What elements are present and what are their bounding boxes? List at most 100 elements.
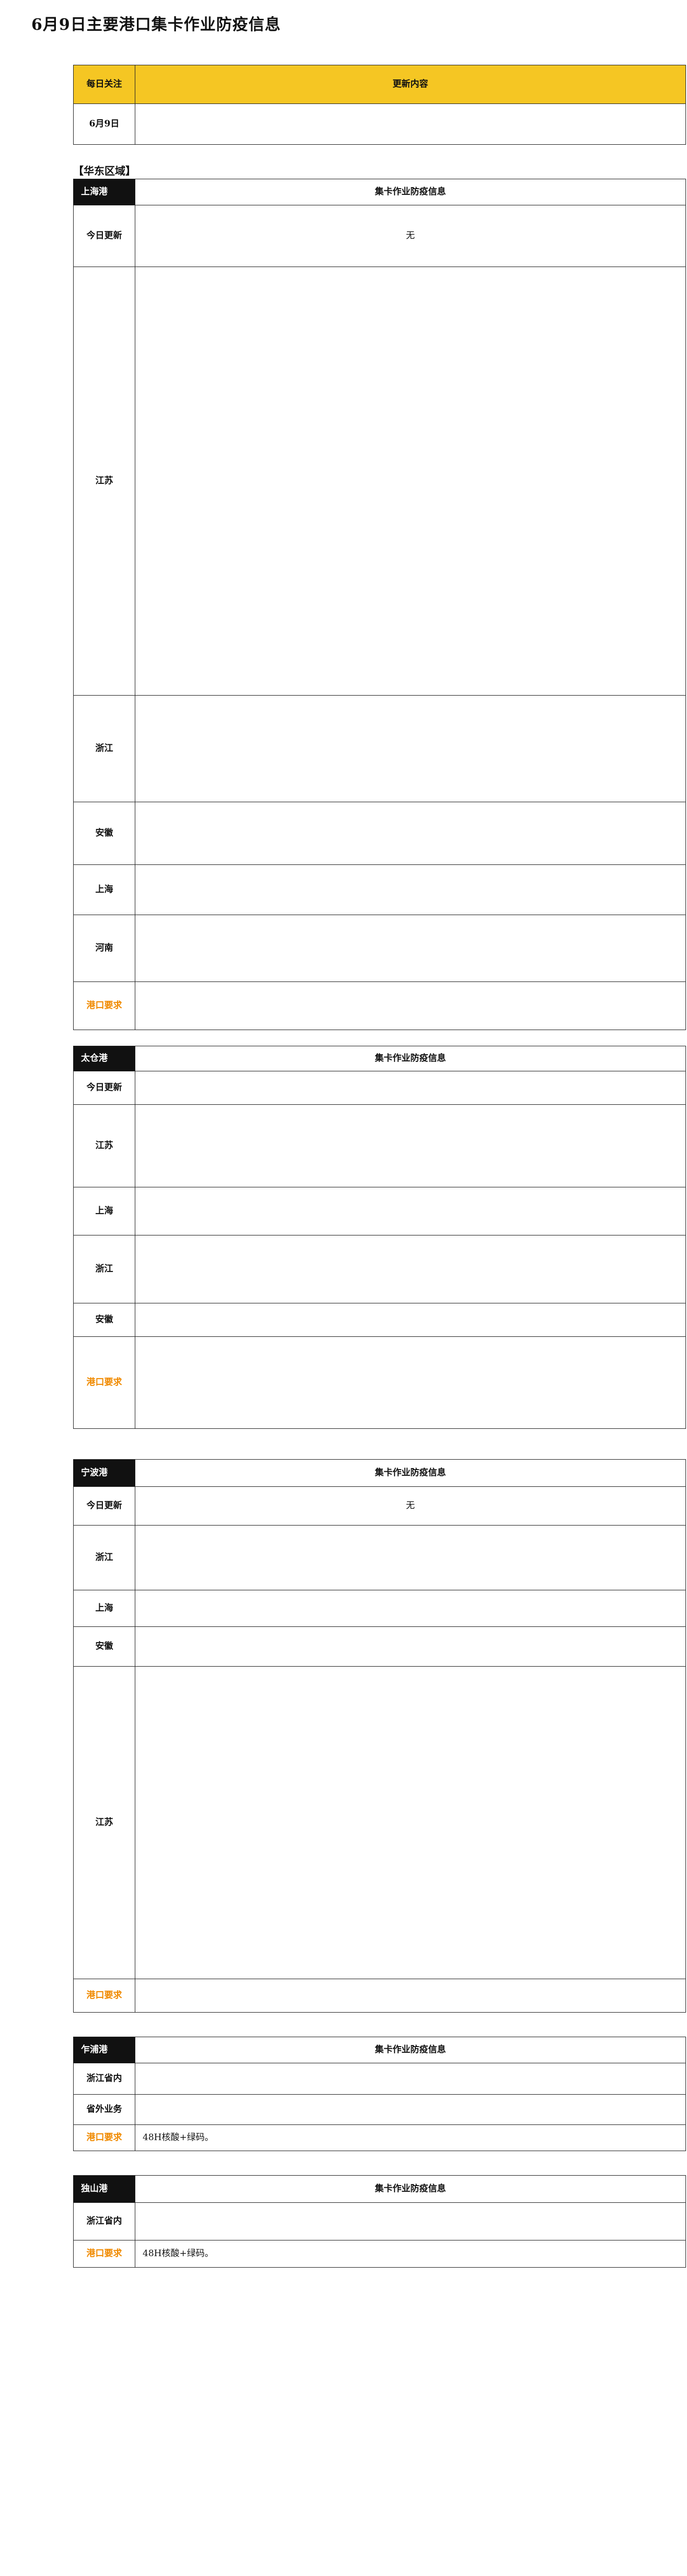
taicang-zhejiang-row: 浙江 — [73, 1235, 686, 1303]
shanghai-jiangsu-content — [135, 267, 686, 696]
ningbo-shanghai-row: 上海 — [73, 1590, 686, 1627]
taicang-requirement-text — [135, 1336, 686, 1429]
shanghai-requirement-row: 港口要求 — [73, 981, 686, 1030]
summary-date: 6月9日 — [73, 103, 135, 145]
zhapu-out-province-text — [135, 2094, 686, 2125]
zhoushan-in-province-text — [135, 2202, 686, 2240]
taicang-zhejiang-text — [135, 1235, 686, 1303]
zhapu-out-province-row: 省外业务 — [73, 2094, 686, 2125]
ningbo-anhui-row: 安徽 — [73, 1626, 686, 1667]
taicang-header: 集卡作业防疫信息 — [135, 1046, 686, 1071]
shanghai-henan-text — [135, 915, 686, 982]
shanghai-jiangsu-row: 江苏 — [73, 267, 686, 696]
zhapu-header: 集卡作业防疫信息 — [135, 2037, 686, 2063]
zhapu-in-province-text — [135, 2063, 686, 2095]
zhoushan-port-name: 独山港 — [73, 2175, 135, 2203]
taicang-today-value — [135, 1071, 686, 1105]
ningbo-requirement-text — [135, 1979, 686, 2013]
taicang-shanghai-text — [135, 1187, 686, 1235]
taicang-shanghai-label: 上海 — [73, 1187, 135, 1235]
zhoushan-header: 集卡作业防疫信息 — [135, 2175, 686, 2203]
ningbo-header-row: 宁波港 集卡作业防疫信息 — [73, 1459, 686, 1487]
ningbo-shanghai-label: 上海 — [73, 1590, 135, 1627]
shanghai-zhejiang-label: 浙江 — [73, 695, 135, 802]
shanghai-header: 集卡作业防疫信息 — [135, 179, 686, 205]
shanghai-shanghai-label: 上海 — [73, 864, 135, 915]
ningbo-requirement-label: 港口要求 — [73, 1979, 135, 2013]
ningbo-zhejiang-label: 浙江 — [73, 1525, 135, 1590]
zhapu-in-province-row: 浙江省内 — [73, 2063, 686, 2095]
taicang-anhui-text — [135, 1303, 686, 1337]
shanghai-today-value: 无 — [135, 205, 686, 267]
shanghai-port-name: 上海港 — [73, 179, 135, 205]
ningbo-header: 集卡作业防疫信息 — [135, 1459, 686, 1487]
taicang-header-row: 太仓港 集卡作业防疫信息 — [73, 1046, 686, 1071]
shanghai-port-table: 上海港 集卡作业防疫信息 今日更新 无 江苏 浙江 安徽 上海 河南 港口要求 — [73, 179, 686, 1030]
zhoushan-requirement-label: 港口要求 — [73, 2240, 135, 2268]
zhoushan-in-province-label: 浙江省内 — [73, 2202, 135, 2240]
ningbo-jiangsu-text — [135, 1666, 686, 1979]
taicang-jiangsu-label: 江苏 — [73, 1104, 135, 1187]
summary-text — [135, 103, 686, 145]
zhapu-out-province-label: 省外业务 — [73, 2094, 135, 2125]
shanghai-today-row: 今日更新 无 — [73, 205, 686, 267]
shanghai-jiangsu-label: 江苏 — [73, 267, 135, 696]
zhapu-port-name: 乍浦港 — [73, 2037, 135, 2063]
taicang-requirement-row: 港口要求 — [73, 1336, 686, 1429]
taicang-anhui-label: 安徽 — [73, 1303, 135, 1337]
taicang-jiangsu-row: 江苏 — [73, 1104, 686, 1187]
region-east-heading: 【华东区域】 — [73, 165, 136, 177]
ningbo-anhui-text — [135, 1626, 686, 1667]
ningbo-jiangsu-row: 江苏 — [73, 1666, 686, 1979]
zhoushan-in-province-row: 浙江省内 — [73, 2202, 686, 2240]
summary-update-header: 更新内容 — [135, 65, 686, 104]
document-title: 6月9日主要港口集卡作业防疫信息 — [31, 16, 281, 34]
ningbo-today-row: 今日更新 无 — [73, 1486, 686, 1526]
zhapu-in-province-label: 浙江省内 — [73, 2063, 135, 2095]
taicang-requirement-label: 港口要求 — [73, 1336, 135, 1429]
shanghai-zhejiang-row: 浙江 — [73, 695, 686, 802]
shanghai-requirement-text — [135, 981, 686, 1030]
shanghai-henan-row: 河南 — [73, 915, 686, 982]
zhapu-requirement-text: 48H核酸+绿码。 — [135, 2124, 686, 2151]
zhoushan-port-table: 独山港 集卡作业防疫信息 浙江省内 港口要求 48H核酸+绿码。 — [73, 2175, 686, 2268]
ningbo-port-name: 宁波港 — [73, 1459, 135, 1487]
ningbo-shanghai-text — [135, 1590, 686, 1627]
shanghai-today-label: 今日更新 — [73, 205, 135, 267]
zhapu-header-row: 乍浦港 集卡作业防疫信息 — [73, 2037, 686, 2063]
taicang-port-table: 太仓港 集卡作业防疫信息 今日更新 江苏 上海 浙江 安徽 港口要求 — [73, 1046, 686, 1429]
ningbo-port-table: 宁波港 集卡作业防疫信息 今日更新 无 浙江 上海 安徽 江苏 港口要求 — [73, 1459, 686, 2013]
zhapu-port-table: 乍浦港 集卡作业防疫信息 浙江省内 省外业务 港口要求 48H核酸+绿码。 — [73, 2037, 686, 2151]
ningbo-today-value: 无 — [135, 1486, 686, 1526]
summary-table: 每日关注 更新内容 6月9日 — [73, 65, 686, 145]
ningbo-anhui-label: 安徽 — [73, 1626, 135, 1667]
shanghai-anhui-label: 安徽 — [73, 802, 135, 865]
summary-row: 6月9日 — [73, 103, 686, 145]
shanghai-header-row: 上海港 集卡作业防疫信息 — [73, 179, 686, 205]
taicang-port-name: 太仓港 — [73, 1046, 135, 1071]
ningbo-today-label: 今日更新 — [73, 1486, 135, 1526]
ningbo-jiangsu-label: 江苏 — [73, 1666, 135, 1979]
ningbo-requirement-row: 港口要求 — [73, 1979, 686, 2013]
zhapu-requirement-row: 港口要求 48H核酸+绿码。 — [73, 2124, 686, 2151]
taicang-anhui-row: 安徽 — [73, 1303, 686, 1337]
taicang-jiangsu-text — [135, 1104, 686, 1187]
zhoushan-header-row: 独山港 集卡作业防疫信息 — [73, 2175, 686, 2203]
shanghai-shanghai-text — [135, 864, 686, 915]
taicang-zhejiang-label: 浙江 — [73, 1235, 135, 1303]
shanghai-shanghai-row: 上海 — [73, 864, 686, 915]
zhoushan-requirement-row: 港口要求 48H核酸+绿码。 — [73, 2240, 686, 2268]
page: 6月9日主要港口集卡作业防疫信息 每日关注 更新内容 6月9日 【华东区域】 上… — [0, 0, 687, 2289]
summary-focus-header: 每日关注 — [73, 65, 135, 104]
shanghai-anhui-row: 安徽 — [73, 802, 686, 865]
shanghai-requirement-label: 港口要求 — [73, 981, 135, 1030]
shanghai-anhui-text — [135, 802, 686, 865]
taicang-today-row: 今日更新 — [73, 1071, 686, 1105]
zhapu-requirement-label: 港口要求 — [73, 2124, 135, 2151]
summary-header-row: 每日关注 更新内容 — [73, 65, 686, 104]
taicang-today-label: 今日更新 — [73, 1071, 135, 1105]
taicang-shanghai-row: 上海 — [73, 1187, 686, 1235]
